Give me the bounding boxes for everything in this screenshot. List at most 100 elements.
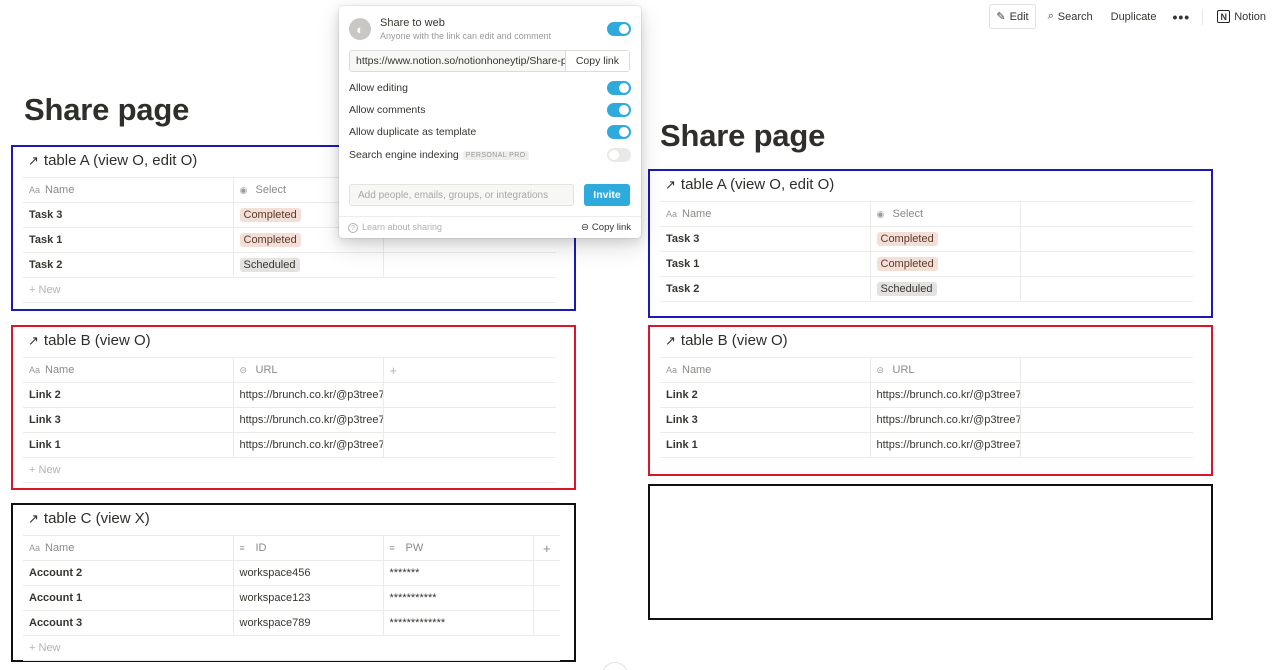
table-row[interactable]: Link 3 https://brunch.co.kr/@p3tree78 [23,407,556,433]
search-indexing-toggle[interactable] [607,148,631,162]
footer-copy-link-button[interactable]: ⊖ Copy link [581,222,631,233]
table-b-frame: ↗ table B (view O) Aa Name ⊝ URL + Link 2 … [11,325,576,490]
invite-input[interactable]: Add people, emails, groups, or integrati… [349,184,574,206]
plus-icon: + [29,642,36,654]
plus-icon: + [29,464,36,476]
status-tag: Completed [239,233,301,247]
column-header-name[interactable]: Aa Name [23,177,233,203]
share-url[interactable]: https://www.notion.so/notionhoneytip/Sha… [350,55,565,67]
select-property-icon: ◉ [239,185,248,195]
table-row[interactable]: Link 2 https://brunch.co.kr/@p3tree78 [660,382,1193,408]
table-a-title[interactable]: ↗ table A (view O, edit O) [28,152,197,169]
table-row[interactable]: Link 1 https://brunch.co.kr/@p3tree78 [660,432,1193,458]
learn-sharing-link[interactable]: ? Learn about sharing [348,222,442,234]
copy-link-button[interactable]: Copy link [564,51,629,71]
page-title: Share page [24,92,190,127]
table-row[interactable]: Task 2 Scheduled [660,276,1193,302]
new-row-button[interactable]: + New [23,635,560,661]
add-property-button[interactable]: + [532,535,560,561]
table-a-title[interactable]: ↗ table A (view O, edit O) [665,176,834,193]
status-tag: Scheduled [876,282,937,296]
public-table-c-frame-empty [648,484,1213,620]
allow-duplicate-toggle[interactable] [607,125,631,139]
text-property-icon: Aa [666,365,678,375]
table-b-title[interactable]: ↗ table B (view O) [28,332,151,349]
table-header: Aa Name ⊝ URL + [23,357,556,383]
link-arrow-icon: ↗ [28,152,39,168]
add-property-button[interactable]: + [382,357,556,383]
table-row[interactable]: Link 1 https://brunch.co.kr/@p3tree78 [23,432,556,458]
column-header-name[interactable]: Aa Name [23,357,233,383]
share-popup-footer: ? Learn about sharing ⊖ Copy link [339,216,641,238]
notion-button[interactable]: N Notion [1211,5,1272,28]
share-to-web-row[interactable]: ◐ Share to web Anyone with the link can … [349,16,631,42]
table-c: Aa Name ≡ ID ≡ PW + Account 2 workspace456 … [23,535,560,661]
page-title-public: Share page [660,118,826,153]
search-icon: ⌕ [1047,10,1054,22]
text-property-icon: Aa [29,365,41,375]
table-b: Aa Name ⊝ URL + Link 2 https://brunch.co.k… [23,357,556,483]
table-row[interactable]: Task 3 Completed [660,226,1193,252]
table-row[interactable]: Task 1 Completed [660,251,1193,277]
table-row[interactable]: Link 2 https://brunch.co.kr/@p3tree78 [23,382,556,408]
table-c-frame: ↗ table C (view X) Aa Name ≡ ID ≡ PW + Acco… [11,503,576,662]
edit-button[interactable]: ✎ Edit [989,4,1036,29]
url-property-icon: ⊝ [876,365,885,375]
new-row-button[interactable]: + New [23,277,556,303]
new-row-button[interactable]: + New [23,457,556,483]
link-icon: ⊖ [580,222,589,233]
more-icon[interactable]: ••• [1168,9,1194,25]
table-row[interactable]: Link 3 https://brunch.co.kr/@p3tree78 [660,407,1193,433]
table-row[interactable]: Task 2 Scheduled [23,252,556,278]
column-header-url[interactable]: ⊝ URL [869,357,1020,383]
column-header-pw[interactable]: ≡ PW [382,535,533,561]
column-header-url[interactable]: ⊝ URL [232,357,383,383]
table-c-title[interactable]: ↗ table C (view X) [28,510,150,527]
search-indexing-row[interactable]: Search engine indexing PERSONAL PRO [349,147,631,163]
plan-badge: PERSONAL PRO [462,150,529,160]
table-row[interactable]: Account 3 workspace789 ************* [23,610,560,636]
plus-icon: + [542,540,551,556]
invite-button[interactable]: Invite [584,184,630,206]
share-popup: ◐ Share to web Anyone with the link can … [339,6,641,238]
plus-icon: + [29,284,36,296]
select-property-icon: ◉ [876,209,885,219]
table-row[interactable]: Account 2 workspace456 ******* [23,560,560,586]
allow-editing-toggle[interactable] [607,81,631,95]
allow-editing-row[interactable]: Allow editing [349,80,631,96]
text-lines-icon: ≡ [389,543,395,553]
scroll-button[interactable] [602,662,628,670]
pencil-icon: ✎ [996,11,1006,23]
column-header-id[interactable]: ≡ ID [232,535,383,561]
column-header-name[interactable]: Aa Name [660,357,870,383]
allow-comments-toggle[interactable] [607,103,631,117]
notion-logo-icon: N [1217,10,1231,23]
text-lines-icon: ≡ [239,543,245,553]
table-header: Aa Name ⊝ URL [660,357,1193,383]
public-table-a: Aa Name ◉ Select Task 3 Completed Task 1 C… [660,201,1193,302]
link-arrow-icon: ↗ [665,332,676,348]
text-property-icon: Aa [666,209,678,219]
column-header-select[interactable]: ◉ Select [869,201,1020,227]
table-row[interactable]: Account 1 workspace123 *********** [23,585,560,611]
public-table-b: Aa Name ⊝ URL Link 2 https://brunch.co.kr/… [660,357,1193,458]
globe-icon: ◐ [349,18,371,40]
allow-duplicate-row[interactable]: Allow duplicate as template [349,124,631,140]
share-to-web-toggle[interactable] [607,22,631,36]
url-property-icon: ⊝ [239,365,248,375]
help-icon: ? [348,223,358,234]
column-header-name[interactable]: Aa Name [23,535,233,561]
search-button[interactable]: ⌕ Search [1042,5,1099,28]
public-table-a-frame: ↗ table A (view O, edit O) Aa Name ◉ Selec… [648,169,1213,318]
plus-icon: + [389,362,398,378]
status-tag: Completed [876,232,938,246]
allow-comments-row[interactable]: Allow comments [349,102,631,118]
column-header-name[interactable]: Aa Name [660,201,870,227]
table-b-title[interactable]: ↗ table B (view O) [665,332,788,349]
link-arrow-icon: ↗ [28,510,39,526]
table-header: Aa Name ≡ ID ≡ PW + [23,535,560,561]
duplicate-button[interactable]: Duplicate [1105,6,1163,28]
topbar: ✎ Edit ⌕ Search Duplicate ••• N Notion [989,4,1272,29]
status-tag: Completed [876,257,938,271]
text-property-icon: Aa [29,185,41,195]
